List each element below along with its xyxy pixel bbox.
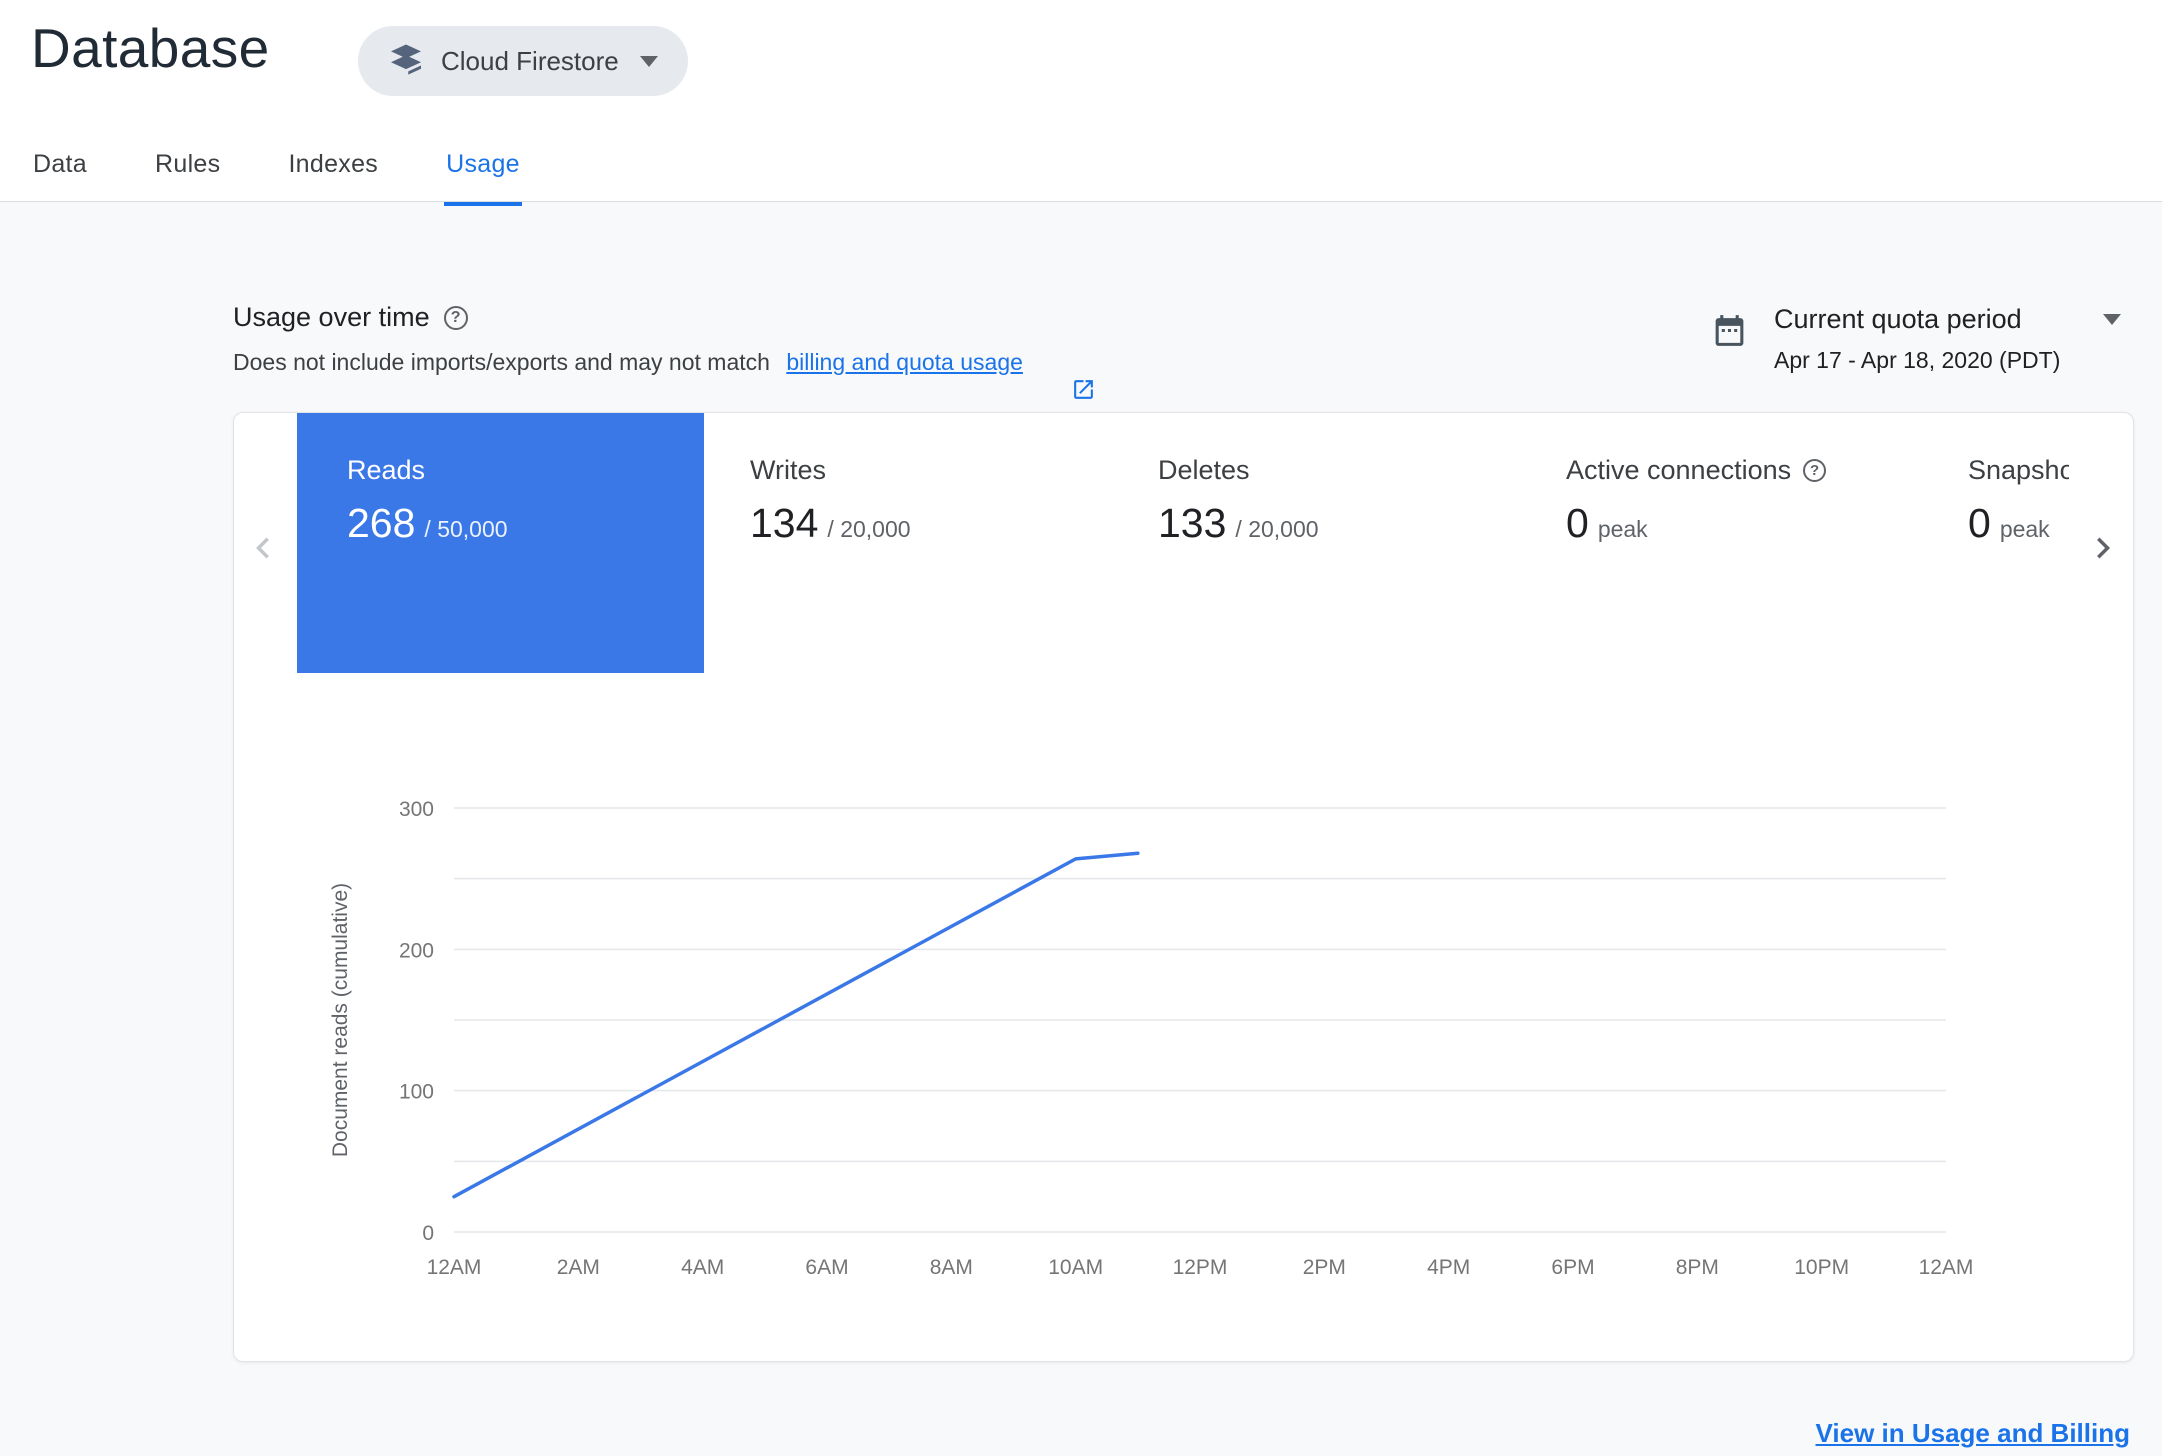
usage-card: Reads 268 / 50,000 Writes 134 / 20,000 D… (233, 412, 2134, 1362)
usage-description: Does not include imports/exports and may… (233, 349, 1094, 399)
tab-data[interactable]: Data (31, 140, 89, 206)
metric-suffix: / 20,000 (1235, 516, 1319, 542)
billing-quota-usage-link[interactable]: billing and quota usage (786, 349, 1023, 376)
metric-suffix: / 50,000 (424, 516, 508, 542)
metric-value-row: 134 / 20,000 (750, 500, 911, 547)
usage-over-time-heading: Usage over time (233, 302, 430, 332)
help-icon[interactable] (443, 305, 468, 330)
quota-period-range: Apr 17 - Apr 18, 2020 (PDT) (1774, 347, 2061, 373)
footer-link-row: View in Usage and Billing (1816, 1418, 2130, 1449)
svg-text:10PM: 10PM (1794, 1256, 1849, 1279)
svg-text:10AM: 10AM (1048, 1256, 1103, 1279)
metric-deletes[interactable]: Deletes 133 / 20,000 (1158, 413, 1319, 547)
svg-text:4PM: 4PM (1427, 1256, 1470, 1279)
metric-label: Active connections (1566, 455, 1827, 486)
carousel-prev-button[interactable] (242, 527, 284, 569)
metric-value: 134 (750, 500, 819, 546)
svg-text:Document reads (cumulative): Document reads (cumulative) (329, 883, 352, 1157)
metric-suffix: peak (1597, 516, 1648, 542)
svg-text:8PM: 8PM (1676, 1256, 1719, 1279)
svg-text:12PM: 12PM (1173, 1256, 1228, 1279)
metric-value-row: 133 / 20,000 (1158, 500, 1319, 547)
svg-text:100: 100 (399, 1081, 434, 1104)
usage-description-text: Does not include imports/exports and may… (233, 349, 777, 375)
svg-text:12AM: 12AM (427, 1256, 482, 1279)
usage-section-header: Usage over time (233, 302, 468, 333)
metric-label-text: Active connections (1566, 455, 1792, 485)
svg-text:12AM: 12AM (1919, 1256, 1974, 1279)
metric-value-row: 0 peak (1968, 500, 2069, 547)
tab-rules[interactable]: Rules (153, 140, 222, 206)
svg-text:300: 300 (399, 798, 434, 821)
svg-text:200: 200 (399, 939, 434, 962)
calendar-icon (1711, 312, 1748, 349)
metric-label: Writes (750, 455, 827, 485)
metric-label: Snapshots (1968, 455, 2069, 485)
metric-label: Reads (347, 455, 426, 485)
quota-period-texts: Current quota period Apr 17 - Apr 18, 20… (1774, 304, 2121, 374)
metric-label: Deletes (1158, 455, 1250, 485)
help-icon[interactable] (1803, 459, 1827, 482)
svg-text:4AM: 4AM (681, 1256, 724, 1279)
metric-snapshots[interactable]: Snapshots 0 peak (1968, 413, 2069, 547)
metric-value-row: 268 / 50,000 (347, 500, 704, 547)
metric-active-connections[interactable]: Active connections 0 peak (1566, 413, 1827, 547)
metric-value: 0 (1566, 500, 1589, 546)
quota-period-selector[interactable]: Current quota period (1774, 304, 2121, 335)
chevron-down-icon (2103, 314, 2121, 325)
metric-value: 0 (1968, 500, 1991, 546)
metric-value: 268 (347, 500, 416, 546)
quota-period-label: Current quota period (1774, 304, 2022, 334)
svg-text:2PM: 2PM (1303, 1256, 1346, 1279)
external-link-icon (1033, 350, 1094, 399)
metric-value: 133 (1158, 500, 1227, 546)
metric-value-row: 0 peak (1566, 500, 1826, 547)
svg-text:6PM: 6PM (1551, 1256, 1594, 1279)
product-selector-label: Cloud Firestore (441, 45, 619, 76)
tab-indexes[interactable]: Indexes (286, 140, 380, 206)
tab-bar-divider (0, 201, 2162, 202)
metric-suffix: / 20,000 (827, 516, 911, 542)
usage-line-chart: 0 100 200 300 12AM 2AM 4AM 6AM 8AM 10AM 12PM 2PM 4PM… (329, 798, 1974, 1279)
svg-text:0: 0 (422, 1222, 434, 1245)
view-usage-billing-link[interactable]: View in Usage and Billing (1816, 1418, 2130, 1448)
quota-period-block: Current quota period Apr 17 - Apr 18, 20… (1711, 304, 2121, 374)
product-selector[interactable]: Cloud Firestore (358, 26, 688, 96)
metric-writes[interactable]: Writes 134 / 20,000 (750, 413, 911, 547)
tab-usage[interactable]: Usage (444, 140, 522, 206)
tab-bar: Data Rules Indexes Usage (31, 140, 522, 206)
carousel-next-button[interactable] (2082, 527, 2124, 569)
svg-text:6AM: 6AM (805, 1256, 848, 1279)
svg-text:2AM: 2AM (557, 1256, 600, 1279)
cloud-firestore-icon (388, 43, 424, 79)
svg-text:8AM: 8AM (930, 1256, 973, 1279)
chevron-down-icon (639, 55, 658, 67)
metric-suffix: peak (1999, 516, 2050, 542)
firestore-database-page: Database Cloud Firestore Data Rules Inde… (0, 0, 2162, 1456)
page-title: Database (31, 17, 270, 79)
metric-reads[interactable]: Reads 268 / 50,000 (297, 413, 704, 673)
metrics-carousel: Reads 268 / 50,000 Writes 134 / 20,000 D… (234, 413, 2069, 685)
